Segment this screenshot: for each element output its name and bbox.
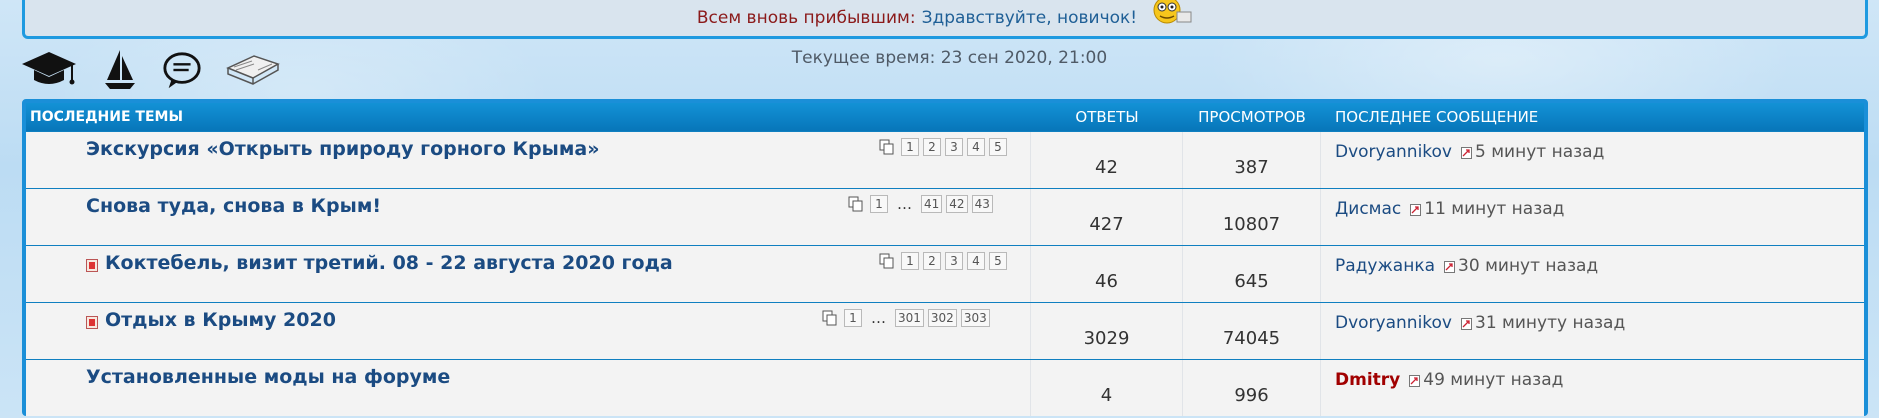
header-last-post: ПОСЛЕДНЕЕ СООБЩЕНИЕ — [1335, 108, 1539, 126]
page-link[interactable]: 3 — [945, 138, 963, 156]
topic-link[interactable]: Коктебель, визит третий. 08 - 22 августа… — [86, 252, 673, 274]
page-link[interactable]: 4 — [967, 138, 985, 156]
recent-topics-table: ПОСЛЕДНИЕ ТЕМЫ ОТВЕТЫ ПРОСМОТРОВ ПОСЛЕДН… — [22, 99, 1868, 416]
pagination: 1 2 3 4 5 — [879, 252, 1007, 270]
page-link[interactable]: 41 — [921, 195, 943, 213]
views-count: 74045 — [1183, 303, 1321, 359]
table-row: Экскурсия «Открыть природу горного Крыма… — [26, 131, 1864, 188]
header-topics: ПОСЛЕДНИЕ ТЕМЫ — [30, 109, 183, 125]
last-post-time: 5 минут назад — [1475, 142, 1605, 162]
pagination: 1 … 41 42 43 — [848, 195, 993, 213]
topic-cell: Отдых в Крыму 2020 1 … 301 302 303 — [26, 303, 1031, 359]
topic-link[interactable]: Экскурсия «Открыть природу горного Крыма… — [86, 138, 599, 160]
views-count: 387 — [1183, 132, 1321, 188]
pages-icon — [879, 139, 895, 155]
replies-count: 427 — [1031, 189, 1183, 245]
page-link[interactable]: 5 — [989, 252, 1007, 270]
replies-count: 3029 — [1031, 303, 1183, 359]
pagination-ellipsis: … — [871, 309, 886, 327]
topic-cell: Установленные моды на форуме — [26, 360, 1031, 416]
page-link[interactable]: 5 — [989, 138, 1007, 156]
page-link[interactable]: 1 — [870, 195, 888, 213]
last-post-author[interactable]: Dvoryannikov — [1335, 313, 1452, 333]
topic-link[interactable]: Установленные моды на форуме — [86, 366, 450, 388]
go-to-last-post-icon[interactable] — [1410, 202, 1422, 216]
table-row: Отдых в Крыму 2020 1 … 301 302 303 3029 … — [26, 302, 1864, 359]
last-post-author[interactable]: Радужанка — [1335, 256, 1435, 276]
header-views: ПРОСМОТРОВ — [1198, 108, 1306, 126]
page-link[interactable]: 301 — [895, 309, 924, 327]
pages-icon — [848, 196, 864, 212]
last-post-time: 30 минут назад — [1458, 256, 1599, 276]
topic-cell: Снова туда, снова в Крым! 1 … 41 42 43 — [26, 189, 1031, 245]
views-count: 645 — [1183, 246, 1321, 302]
pagination: 1 … 301 302 303 — [822, 309, 990, 327]
views-count: 996 — [1183, 360, 1321, 416]
table-row: Снова туда, снова в Крым! 1 … 41 42 43 4… — [26, 188, 1864, 245]
topic-title: Экскурсия «Открыть природу горного Крыма… — [86, 138, 600, 160]
topic-link[interactable]: Снова туда, снова в Крым! — [86, 195, 381, 217]
unread-post-icon[interactable] — [86, 313, 99, 329]
last-post-time: 11 минут назад — [1424, 199, 1565, 219]
reading-smiley-icon — [1147, 0, 1193, 26]
go-to-last-post-icon[interactable] — [1461, 145, 1473, 159]
topic-link[interactable]: Отдых в Крыму 2020 — [86, 309, 336, 331]
page-link[interactable]: 1 — [901, 252, 919, 270]
page-link[interactable]: 2 — [923, 138, 941, 156]
pagination-ellipsis: … — [897, 195, 912, 213]
topic-title: Снова туда, снова в Крым! — [86, 195, 382, 217]
table-row: Установленные моды на форуме 4 996 Dmitr… — [26, 359, 1864, 416]
last-post-author[interactable]: Dmitry — [1335, 370, 1400, 390]
page-link[interactable]: 302 — [927, 309, 957, 327]
last-post-cell: Dvoryannikov 5 минут назад — [1321, 132, 1864, 188]
pages-icon — [879, 253, 895, 269]
replies-count: 4 — [1031, 360, 1183, 416]
pagination: 1 2 3 4 5 — [879, 138, 1007, 156]
topic-title: Отдых в Крыму 2020 — [105, 309, 336, 331]
go-to-last-post-icon[interactable] — [1409, 373, 1421, 387]
pages-icon — [822, 310, 838, 326]
last-post-cell: Дисмас 11 минут назад — [1321, 189, 1864, 245]
last-post-time: 49 минут назад — [1423, 370, 1564, 390]
page-link[interactable]: 1 — [844, 309, 862, 327]
topic-cell: Экскурсия «Открыть природу горного Крыма… — [26, 132, 1031, 188]
welcome-greeting: Здравствуйте, новичок! — [921, 8, 1138, 28]
last-post-cell: Dvoryannikov 31 минуту назад — [1321, 303, 1864, 359]
topic-title: Коктебель, визит третий. 08 - 22 августа… — [105, 252, 673, 274]
last-post-author[interactable]: Dvoryannikov — [1335, 142, 1452, 162]
welcome-label: Всем вновь прибывшим: — [696, 8, 916, 28]
page-link[interactable]: 3 — [945, 252, 963, 270]
last-post-time: 31 минуту назад — [1475, 313, 1626, 333]
unread-post-icon[interactable] — [86, 256, 99, 272]
replies-count: 42 — [1031, 132, 1183, 188]
replies-count: 46 — [1031, 246, 1183, 302]
page-link[interactable]: 43 — [971, 195, 993, 213]
last-post-cell: Радужанка 30 минут назад — [1321, 246, 1864, 302]
current-time: Текущее время: 23 сен 2020, 21:00 — [791, 48, 1108, 68]
page-link[interactable]: 1 — [901, 138, 919, 156]
page-link[interactable]: 2 — [923, 252, 941, 270]
table-header: ПОСЛЕДНИЕ ТЕМЫ ОТВЕТЫ ПРОСМОТРОВ ПОСЛЕДН… — [26, 103, 1864, 131]
last-post-author[interactable]: Дисмас — [1335, 199, 1401, 219]
page-link[interactable]: 303 — [960, 309, 990, 327]
table-row: Коктебель, визит третий. 08 - 22 августа… — [26, 245, 1864, 302]
last-post-cell: Dmitry 49 минут назад — [1321, 360, 1864, 416]
topic-title: Установленные моды на форуме — [86, 366, 451, 388]
views-count: 10807 — [1183, 189, 1321, 245]
topic-cell: Коктебель, визит третий. 08 - 22 августа… — [26, 246, 1031, 302]
page-link[interactable]: 42 — [946, 195, 968, 213]
go-to-last-post-icon[interactable] — [1444, 259, 1456, 273]
page-link[interactable]: 4 — [967, 252, 985, 270]
welcome-bar: Всем вновь прибывшим: Здравствуйте, нови… — [22, 0, 1868, 39]
header-replies: ОТВЕТЫ — [1075, 108, 1139, 126]
go-to-last-post-icon[interactable] — [1461, 316, 1473, 330]
